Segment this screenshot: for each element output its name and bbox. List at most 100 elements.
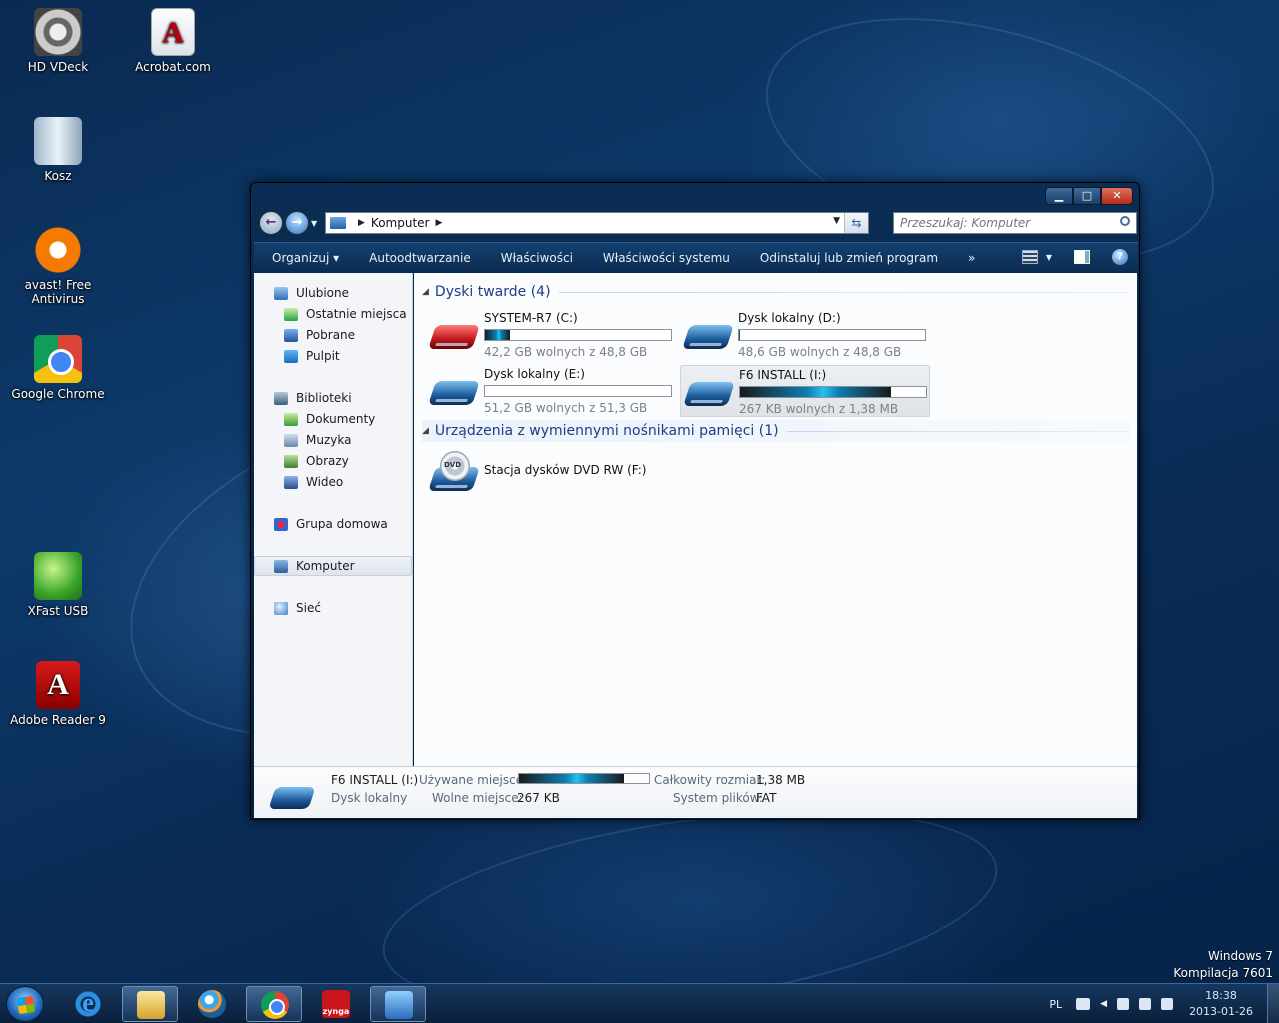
nav-item-libraries[interactable]: Biblioteki	[254, 388, 412, 408]
nav-item-desktop[interactable]: Pulpit	[254, 346, 412, 366]
breadcrumb-separator[interactable]: ▶	[358, 218, 365, 228]
drive-free-space: 48,6 GB wolnych z 48,8 GB	[738, 345, 902, 359]
system-properties-button[interactable]: Właściwości systemu	[588, 243, 745, 273]
details-used-label: Używane miejsce:	[419, 773, 528, 787]
taskbar-explorer[interactable]	[122, 986, 178, 1022]
organize-menu[interactable]: Organizuj ▾	[254, 243, 354, 273]
refresh-button[interactable]: ⇆	[844, 213, 868, 233]
search-icon[interactable]	[1120, 216, 1130, 226]
drive-e[interactable]: Dysk lokalny (E:) 51,2 GB wolnych z 51,3…	[426, 365, 676, 417]
group-header-removable[interactable]: ◢ Urządzenia z wymiennymi nośnikami pami…	[422, 420, 1130, 442]
back-button[interactable]: ←	[259, 211, 283, 235]
taskbar-google-chrome[interactable]	[246, 986, 302, 1022]
minimize-button[interactable]: ▁	[1045, 187, 1073, 205]
collapse-arrow-icon[interactable]: ◢	[422, 426, 429, 436]
taskbar-zynga[interactable]: zynga	[308, 986, 364, 1022]
search-box[interactable]	[893, 212, 1137, 234]
keyboard-icon[interactable]	[1076, 998, 1091, 1010]
forward-button[interactable]: →	[285, 211, 309, 235]
desktop-icon	[284, 349, 298, 363]
nav-item-music[interactable]: Muzyka	[254, 430, 412, 450]
show-hidden-icons-icon[interactable]: ◀	[1100, 999, 1107, 1009]
taskbar-computer[interactable]	[370, 986, 426, 1022]
nav-item-videos[interactable]: Wideo	[254, 472, 412, 492]
desktop-icon-hd-vdeck[interactable]: HD VDeck	[3, 8, 113, 74]
zynga-icon: zynga	[322, 990, 350, 1018]
nav-label: Pobrane	[306, 328, 356, 342]
desktop-icon-google-chrome[interactable]: Google Chrome	[3, 335, 113, 401]
drive-c[interactable]: SYSTEM-R7 (C:) 42,2 GB wolnych z 48,8 GB	[426, 309, 676, 361]
maximize-button[interactable]: □	[1073, 187, 1101, 205]
desktop-icon-label: avast! Free Antivirus	[24, 278, 92, 306]
nav-item-documents[interactable]: Dokumenty	[254, 409, 412, 429]
volume-icon[interactable]	[1161, 998, 1174, 1010]
drive-usage-bar	[739, 386, 927, 398]
nav-label: Dokumenty	[306, 412, 376, 426]
music-icon	[284, 433, 298, 447]
help-icon[interactable]: ?	[1112, 249, 1128, 265]
desktop-icon-avast[interactable]: avast! Free Antivirus	[3, 226, 113, 306]
search-input[interactable]	[894, 213, 1104, 233]
language-indicator[interactable]: PL	[1049, 998, 1062, 1011]
computer-icon	[274, 559, 288, 573]
watermark-line-1: Windows 7	[1207, 949, 1273, 963]
address-bar[interactable]: ▶ Komputer ▶ ▼ ⇆	[325, 212, 869, 234]
usage-fill	[740, 387, 891, 397]
nav-item-computer[interactable]: Komputer	[254, 556, 412, 576]
recent-pages-dropdown[interactable]: ▼	[311, 219, 317, 228]
desktop-icon-label: Google Chrome	[11, 387, 105, 401]
xfast-usb-icon	[34, 552, 82, 600]
nav-item-recent-places[interactable]: Ostatnie miejsca	[254, 304, 412, 324]
nav-label: Biblioteki	[296, 391, 352, 405]
breadcrumb-separator[interactable]: ▶	[435, 218, 442, 228]
desktop-icon-adobe-reader[interactable]: Adobe Reader 9	[3, 661, 113, 727]
nav-item-network[interactable]: Sieć	[254, 598, 412, 618]
drive-name: Dysk lokalny (E:)	[484, 367, 585, 381]
drive-usage-bar	[738, 329, 926, 341]
properties-button[interactable]: Właściwości	[486, 243, 588, 273]
taskbar-media-player[interactable]	[184, 986, 240, 1022]
desktop-icon-recycle-bin[interactable]: Kosz	[3, 117, 113, 183]
drive-d[interactable]: Dysk lokalny (D:) 48,6 GB wolnych z 48,8…	[680, 309, 930, 361]
network-icon[interactable]	[1139, 998, 1152, 1010]
content-pane: ◢ Dyski twarde (4) SYSTEM-R7 (C:) 42,2 G…	[414, 273, 1137, 766]
recent-places-icon	[284, 307, 298, 321]
documents-icon	[284, 412, 298, 426]
taskbar-internet-explorer[interactable]	[60, 986, 116, 1022]
drive-name: Dysk lokalny (D:)	[738, 311, 841, 325]
collapse-arrow-icon[interactable]: ◢	[422, 287, 429, 297]
hard-drive-icon	[428, 381, 480, 405]
nav-label: Sieć	[296, 601, 321, 615]
nav-item-downloads[interactable]: Pobrane	[254, 325, 412, 345]
desktop-icon-label: Adobe Reader 9	[10, 713, 106, 727]
show-desktop-button[interactable]	[1267, 984, 1279, 1023]
address-dropdown-icon[interactable]: ▼	[833, 216, 840, 226]
start-button[interactable]	[6, 986, 44, 1022]
nav-item-pictures[interactable]: Obrazy	[254, 451, 412, 471]
action-center-flag-icon[interactable]	[1117, 998, 1130, 1010]
details-pane: F6 INSTALL (I:) Dysk lokalny Używane mie…	[254, 766, 1137, 818]
clock[interactable]: 18:38 2013-01-26	[1189, 988, 1253, 1020]
drive-i[interactable]: F6 INSTALL (I:) 267 KB wolnych z 1,38 MB	[680, 365, 930, 417]
group-divider	[558, 291, 1130, 293]
nav-item-homegroup[interactable]: Grupa domowa	[254, 514, 412, 534]
change-view-button[interactable]: ▼	[1021, 250, 1052, 264]
autoplay-button[interactable]: Autoodtwarzanie	[354, 243, 486, 273]
nav-item-favorites[interactable]: Ulubione	[254, 283, 412, 303]
close-button[interactable]: ✕	[1101, 187, 1133, 205]
preview-pane-button[interactable]	[1074, 250, 1090, 264]
drive-dvd-f[interactable]: DVD Stacja dysków DVD RW (F:)	[426, 447, 676, 499]
desktop-icon-acrobat-com[interactable]: Acrobat.com	[118, 8, 228, 74]
hard-drive-icon	[682, 325, 734, 349]
details-total-value: 1,38 MB	[756, 773, 806, 787]
breadcrumb-computer[interactable]: Komputer	[371, 216, 430, 230]
uninstall-program-button[interactable]: Odinstaluj lub zmień program	[745, 243, 953, 273]
drive-usage-bar	[484, 385, 672, 397]
group-header-hard-disks[interactable]: ◢ Dyski twarde (4)	[422, 281, 1130, 303]
hd-vdeck-icon	[34, 8, 82, 56]
more-commands-button[interactable]: »	[953, 243, 990, 273]
dvd-disc-label: DVD	[444, 461, 462, 469]
internet-explorer-icon	[74, 990, 102, 1018]
desktop-icon-xfast-usb[interactable]: XFast USB	[3, 552, 113, 618]
computer-icon	[385, 991, 413, 1019]
